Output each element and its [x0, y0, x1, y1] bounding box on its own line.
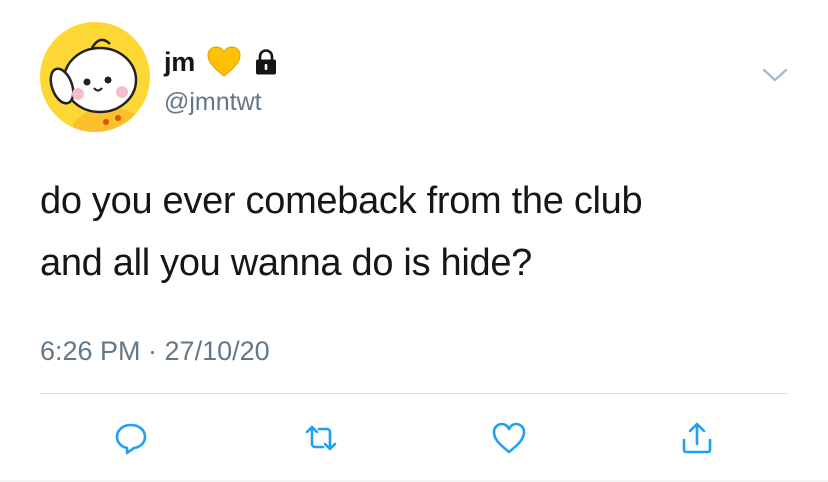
avatar[interactable] [40, 22, 150, 132]
tweet-timestamp[interactable]: 6:26 PM · 27/10/20 [40, 336, 270, 367]
divider [40, 393, 788, 394]
tweet-text-line: and all you wanna do is hide? [40, 242, 532, 284]
display-name[interactable]: jm [164, 47, 195, 78]
more-options-button[interactable] [760, 64, 790, 86]
reply-icon [115, 423, 147, 455]
author-handle[interactable]: @jmntwt [164, 88, 262, 117]
tweet-text: do you ever comeback from the club and a… [40, 170, 800, 294]
tweet-text-line: do you ever comeback from the club [40, 180, 643, 222]
retweet-button[interactable] [299, 418, 343, 458]
lock-icon [255, 49, 276, 75]
author-name-row: jm [164, 46, 277, 78]
share-icon [682, 422, 712, 454]
share-button[interactable] [675, 418, 719, 458]
chimmy-avatar-icon [40, 22, 150, 132]
yellow-heart-icon [207, 46, 241, 77]
chevron-down-icon [762, 68, 788, 82]
like-button[interactable] [487, 418, 531, 458]
like-icon [492, 422, 526, 454]
reply-button[interactable] [109, 418, 153, 458]
retweet-icon [305, 425, 337, 451]
